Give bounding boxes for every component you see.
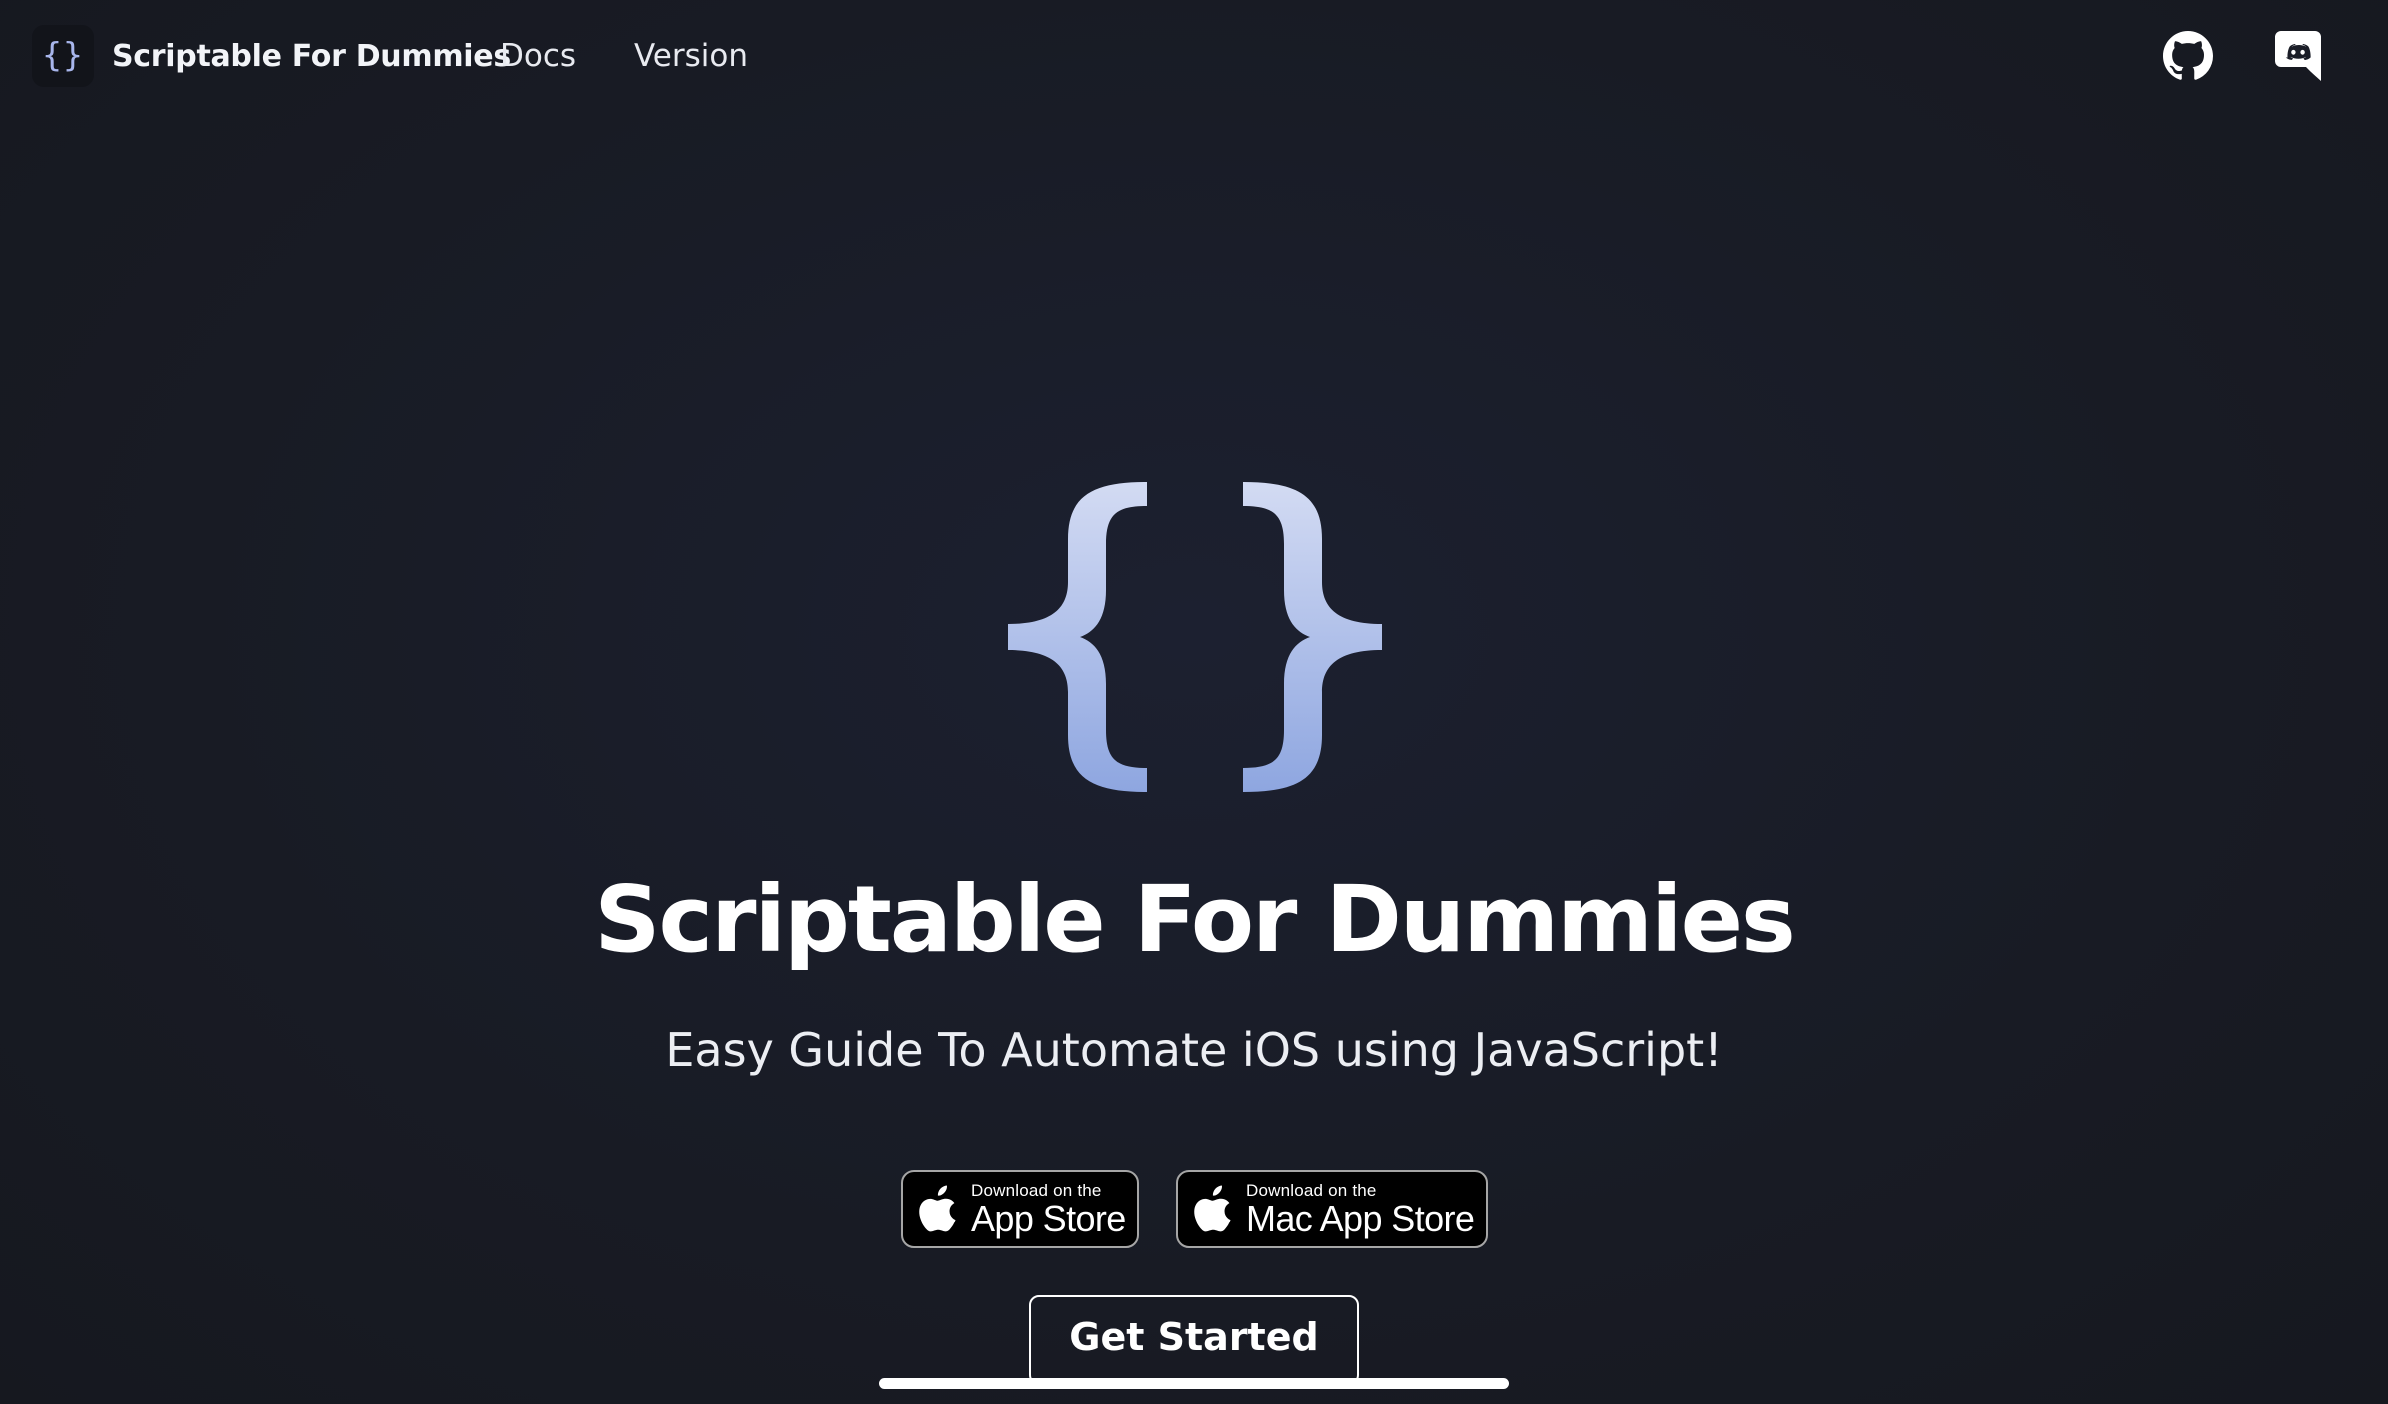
badge-store-name: App Store	[971, 1197, 1126, 1239]
hero-subtitle: Easy Guide To Automate iOS using JavaScr…	[665, 1023, 1723, 1077]
curly-braces-logo	[1008, 482, 1382, 792]
get-started-button[interactable]: Get Started	[1029, 1295, 1359, 1385]
top-navbar: {} Scriptable For Dummies Docs Version	[0, 0, 2388, 110]
nav-link-docs[interactable]: Docs	[500, 25, 576, 87]
discord-link[interactable]	[2270, 28, 2326, 84]
github-icon	[2163, 31, 2213, 80]
brand-title: Scriptable For Dummies	[112, 38, 511, 74]
badge-small-text: Download on the	[1246, 1180, 1377, 1200]
discord-icon	[2275, 31, 2321, 81]
mac-app-store-badge[interactable]: Download on the Mac App Store	[1176, 1170, 1488, 1248]
github-link[interactable]	[2160, 28, 2216, 84]
nav-link-version[interactable]: Version	[634, 25, 748, 87]
apple-icon	[919, 1185, 956, 1232]
apple-icon	[1194, 1185, 1231, 1232]
app-store-badge[interactable]: Download on the App Store	[901, 1170, 1139, 1248]
hero-title: Scriptable For Dummies	[594, 866, 1795, 973]
brand-logo-icon: {}	[32, 25, 94, 87]
badge-store-name: Mac App Store	[1246, 1197, 1475, 1239]
home-indicator[interactable]	[879, 1378, 1509, 1389]
badge-small-text: Download on the	[971, 1180, 1102, 1200]
brand-home-link[interactable]: {} Scriptable For Dummies	[32, 25, 511, 87]
